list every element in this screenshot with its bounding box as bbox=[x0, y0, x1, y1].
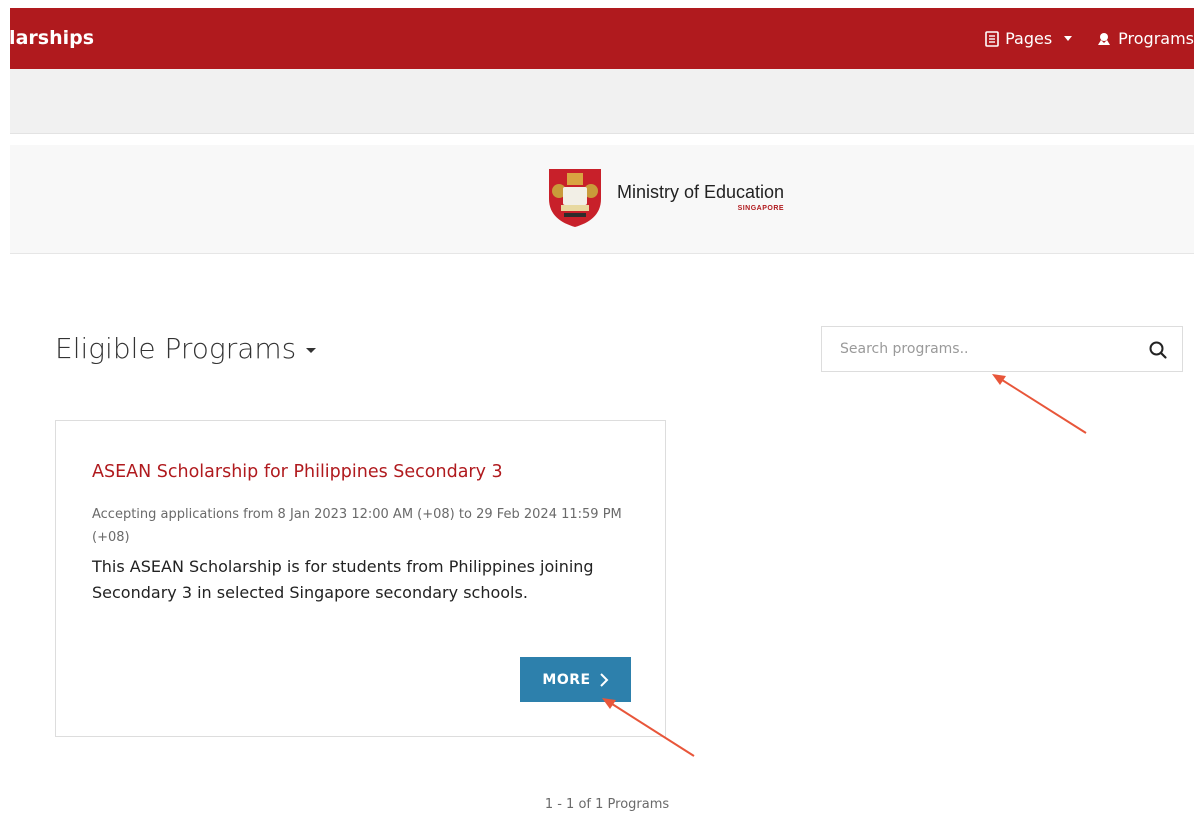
moe-crest-icon bbox=[549, 169, 601, 227]
ministry-logo-text: Ministry of Education SINGAPORE bbox=[617, 183, 784, 212]
chevron-down-icon bbox=[1064, 36, 1073, 41]
nav-item-programs[interactable]: Programs bbox=[1096, 29, 1194, 48]
ministry-name: Ministry of Education bbox=[617, 181, 785, 202]
program-description: This ASEAN Scholarship is for students f… bbox=[92, 557, 594, 602]
arrow-to-search bbox=[992, 374, 1087, 434]
chevron-right-icon bbox=[599, 672, 609, 687]
nav-item-pages[interactable]: Pages bbox=[985, 29, 1073, 48]
program-title-link[interactable]: ASEAN Scholarship for Philippines Second… bbox=[92, 462, 503, 482]
nav-item-programs-label: Programs bbox=[1118, 29, 1194, 48]
search-box bbox=[821, 326, 1183, 372]
document-icon bbox=[985, 30, 999, 47]
nav-menu: Pages Programs bbox=[961, 8, 1194, 69]
top-navbar: olarships Pages Programs bbox=[10, 8, 1194, 69]
pagination-summary: 1 - 1 of 1 Programs bbox=[544, 797, 670, 812]
chevron-down-icon bbox=[306, 348, 317, 353]
search-icon[interactable] bbox=[1148, 340, 1168, 360]
program-card: ASEAN Scholarship for Philippines Second… bbox=[55, 420, 666, 737]
ministry-banner: Ministry of Education SINGAPORE bbox=[10, 145, 1194, 254]
subheader-bar bbox=[10, 69, 1194, 134]
search-input[interactable] bbox=[822, 327, 1132, 371]
ministry-country: SINGAPORE bbox=[737, 204, 785, 212]
more-button-label: MORE bbox=[542, 671, 591, 688]
ministry-logo: Ministry of Education SINGAPORE bbox=[545, 165, 784, 229]
program-dates: Accepting applications from 8 Jan 2023 1… bbox=[92, 507, 622, 545]
brand-title: olarships bbox=[10, 27, 95, 49]
page-title: Eligible Programs bbox=[55, 332, 297, 365]
eligible-programs-dropdown[interactable]: Eligible Programs bbox=[55, 332, 317, 365]
more-button[interactable]: MORE bbox=[520, 657, 631, 702]
brand-link[interactable]: olarships bbox=[10, 8, 210, 69]
nav-item-pages-label: Pages bbox=[1005, 29, 1053, 48]
award-icon bbox=[1098, 32, 1111, 45]
